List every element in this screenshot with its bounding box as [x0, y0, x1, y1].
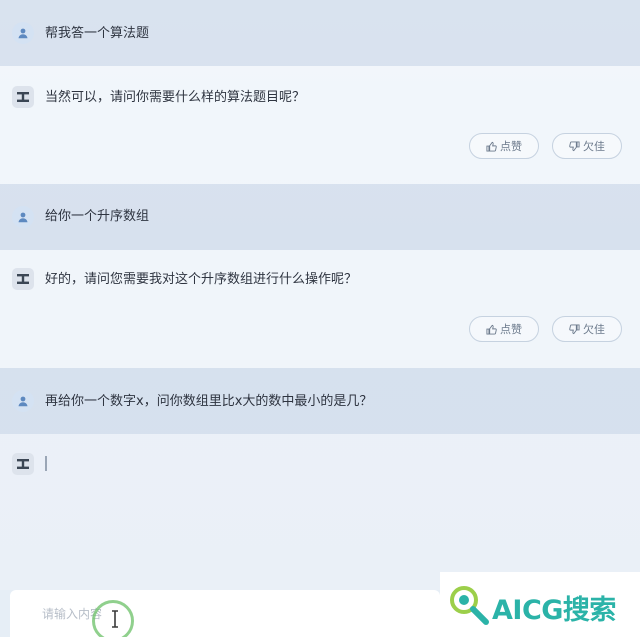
message-text: 当然可以，请问你需要什么样的算法题目呢？ — [45, 90, 306, 105]
typing-cursor — [45, 456, 47, 471]
thumbs-up-icon — [486, 141, 497, 152]
logo-text: AICG搜索 — [492, 595, 616, 626]
watermark-logo: AICG搜索 — [440, 572, 640, 637]
like-label: 点赞 — [500, 140, 522, 153]
thumbs-down-icon — [569, 323, 580, 334]
user-avatar-icon — [12, 206, 34, 228]
user-message: 帮我答一个算法题 — [0, 0, 640, 66]
user-avatar-icon — [12, 390, 34, 412]
user-message: 再给你一个数字x，问你数组里比x大的数中最小的是几？ — [0, 368, 640, 434]
bot-avatar-icon — [12, 268, 34, 290]
like-button[interactable]: 点赞 — [469, 133, 539, 159]
like-label: 点赞 — [500, 323, 522, 336]
user-message: 给你一个升序数组 — [0, 184, 640, 250]
magnifier-logo-icon — [450, 586, 489, 625]
text-cursor-icon — [112, 610, 118, 628]
chat-history: 帮我答一个算法题 当然可以，请问你需要什么样的算法题目呢？ 点赞 欠佳 给你一个… — [0, 0, 640, 590]
message-input-bar — [10, 590, 440, 637]
message-text: 好的，请问您需要我对这个升序数组进行什么操作呢？ — [45, 272, 358, 287]
bot-avatar-icon — [12, 453, 34, 475]
message-text: 给你一个升序数组 — [45, 209, 150, 224]
thumbs-up-icon — [486, 324, 497, 335]
assistant-message: 好的，请问您需要我对这个升序数组进行什么操作呢？ 点赞 欠佳 — [0, 250, 640, 368]
bot-avatar-icon — [12, 86, 34, 108]
assistant-message — [0, 434, 640, 590]
dislike-label: 欠佳 — [583, 323, 605, 336]
dislike-label: 欠佳 — [583, 140, 605, 153]
user-avatar-icon — [12, 22, 34, 44]
dislike-button[interactable]: 欠佳 — [552, 316, 622, 342]
dislike-button[interactable]: 欠佳 — [552, 133, 622, 159]
assistant-message: 当然可以，请问你需要什么样的算法题目呢？ 点赞 欠佳 — [0, 66, 640, 184]
message-text: 帮我答一个算法题 — [45, 26, 150, 41]
thumbs-down-icon — [569, 140, 580, 151]
like-button[interactable]: 点赞 — [469, 316, 539, 342]
message-text: 再给你一个数字x，问你数组里比x大的数中最小的是几？ — [45, 394, 373, 409]
message-input[interactable] — [42, 604, 342, 624]
